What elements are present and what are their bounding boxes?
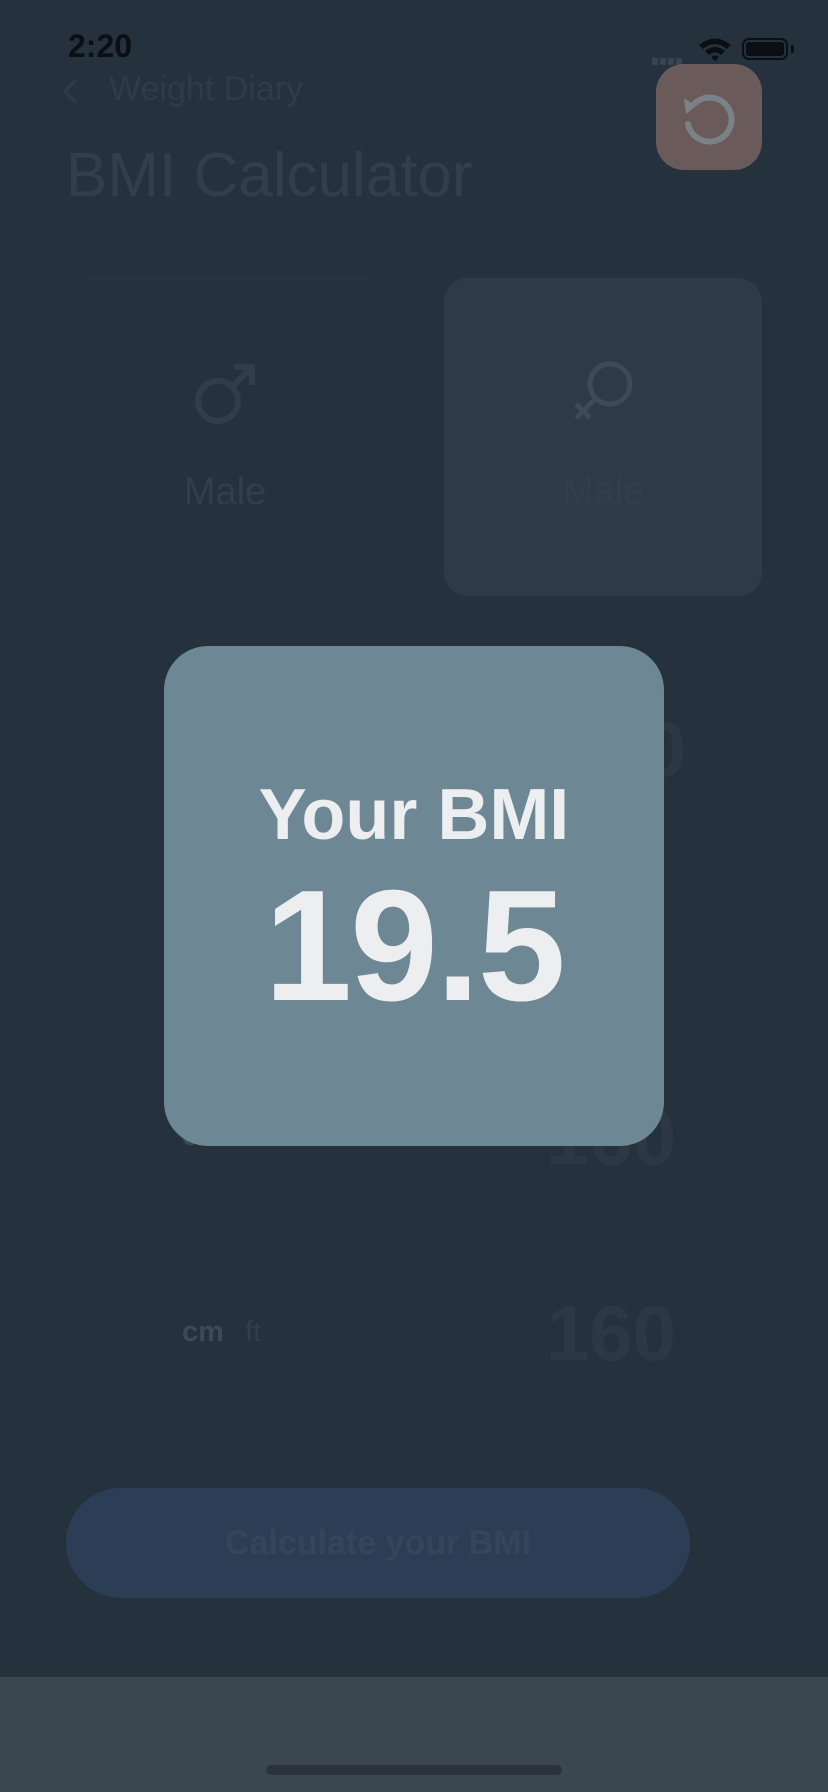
unit-cm[interactable]: cm — [182, 1316, 224, 1349]
bmi-value: 19.5 — [264, 858, 566, 1034]
refresh-icon — [684, 94, 735, 145]
measure-row[interactable]: cm ft 160 — [66, 1252, 762, 1412]
wifi-icon — [698, 36, 732, 67]
gender-label: Male — [183, 471, 267, 513]
male-symbol-icon — [190, 359, 260, 434]
home-indicator[interactable] — [266, 1765, 562, 1775]
female-symbol-icon — [568, 358, 638, 433]
gender-card-female[interactable]: Male — [444, 278, 762, 596]
unit-ft[interactable]: ft — [245, 1316, 261, 1349]
chevron-left-icon — [62, 78, 87, 104]
result-title: Your BMI — [258, 775, 570, 855]
measure-value[interactable]: 160 — [546, 1288, 676, 1379]
battery-icon — [742, 38, 788, 60]
reset-button[interactable] — [656, 64, 762, 170]
battery-cap — [791, 45, 794, 53]
status-time: 2:20 — [68, 28, 133, 64]
gender-card-male[interactable]: Male — [66, 278, 384, 596]
back-label: Weight Diary — [109, 70, 303, 108]
gender-label: Male — [561, 470, 645, 512]
bmi-result-dialog[interactable]: Your BMI 19.5 — [164, 646, 664, 1146]
calculate-button[interactable]: Calculate your BMI — [66, 1488, 690, 1598]
back-button[interactable]: Weight Diary — [62, 70, 303, 109]
page-title: BMI Calculator — [66, 141, 473, 210]
